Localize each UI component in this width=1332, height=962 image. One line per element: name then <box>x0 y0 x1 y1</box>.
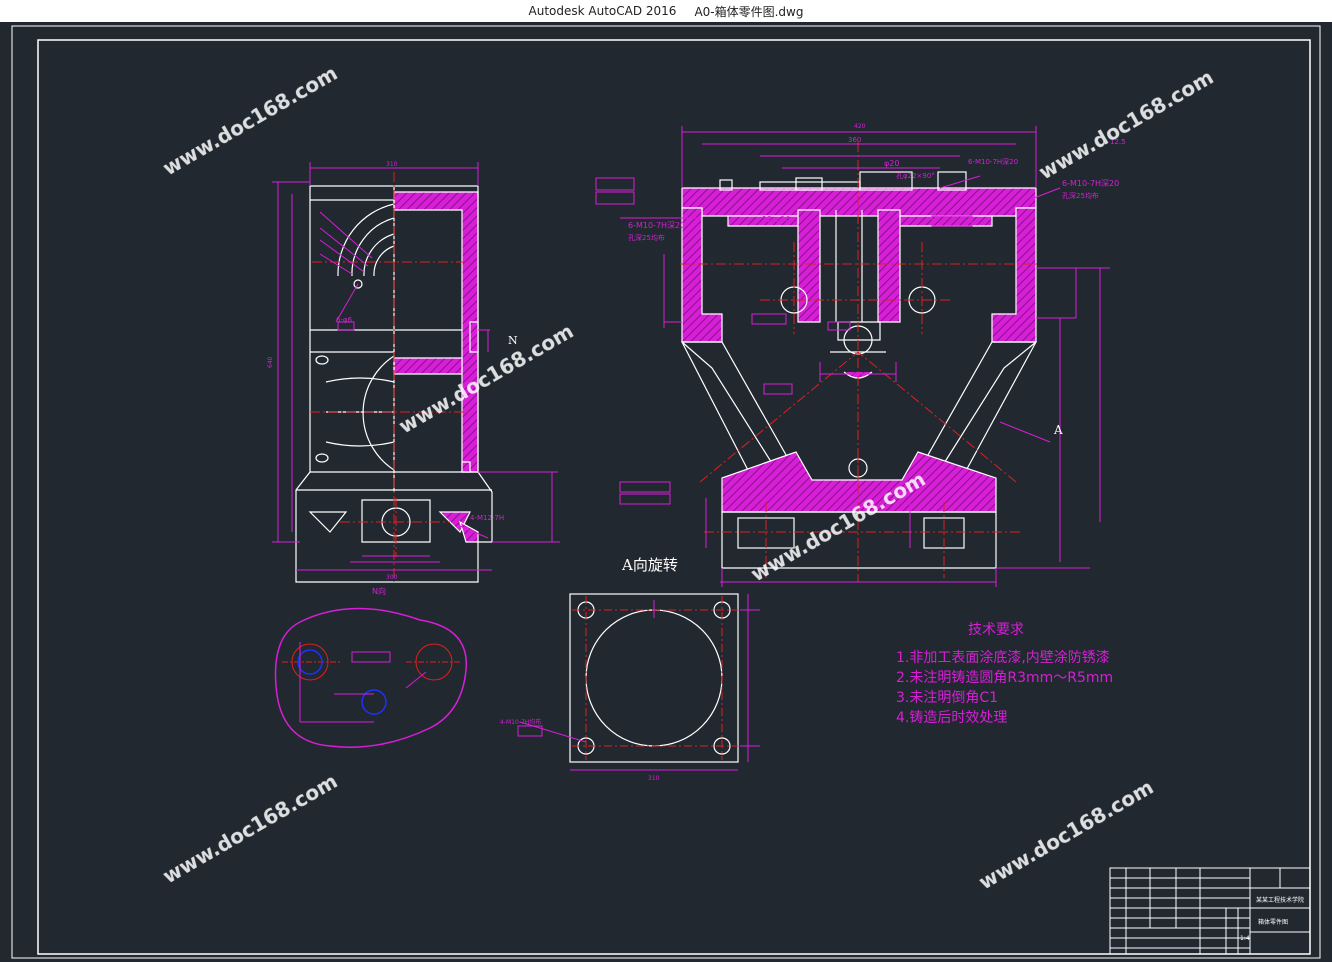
watermark-3: www.doc168.com <box>395 319 578 439</box>
callout-thread-right-sub: 孔深25均布 <box>1062 191 1099 200</box>
a-view-text: 310 4-M10-7H均布 <box>500 718 660 782</box>
dim-left-width: 310 <box>386 161 398 168</box>
callout-holes-12: 12-φ10 <box>762 215 791 224</box>
watermark-6: www.doc168.com <box>975 775 1158 895</box>
label-n: N <box>508 334 518 347</box>
tech-title: 技术要求 <box>968 622 1024 638</box>
file-name: A0-箱体零件图.dwg <box>694 4 804 19</box>
callout-thread-right-top: 6-M10-7H深20 <box>968 157 1018 166</box>
title-company: 某某工程技术学院 <box>1256 896 1304 904</box>
watermark-1: www.doc168.com <box>159 61 342 181</box>
n-view-detail[interactable] <box>274 607 468 748</box>
label-n-view: N向 <box>372 586 386 596</box>
callout-holes-left: 6-φ6 <box>336 316 353 324</box>
title-scale: 1:4 <box>1240 935 1250 942</box>
callout-thread-bottom: 4-M12-7H <box>470 514 504 522</box>
app-title: Autodesk AutoCAD 2016 <box>528 4 677 18</box>
title-part-name: 箱体零件图 <box>1258 918 1288 926</box>
watermark-5: www.doc168.com <box>159 769 342 889</box>
tech-item-2: 2.未注明铸造圆角R3mm～R5mm <box>896 670 1113 686</box>
tech-item-3: 3.未注明倒角C1 <box>896 690 998 706</box>
dim-left-bottom: 300 <box>386 574 398 581</box>
callout-thread-left-sub: 孔深25均布 <box>628 233 665 242</box>
dim-right-top: 420 <box>854 123 866 130</box>
callout-thread-a: 4-M10-7H均布 <box>500 718 541 726</box>
tech-item-4: 4.铸造后时效处理 <box>896 710 1007 726</box>
label-a-rotate: A向旋转 <box>621 556 678 574</box>
left-centerlines <box>310 172 470 582</box>
callout-dim-22: 孔φ22×90° <box>896 172 935 180</box>
tech-item-1: 1.非加工表面涂底漆,内壁涂防锈漆 <box>896 650 1110 666</box>
dim-a-width: 310 <box>648 775 660 782</box>
callout-thread-left: 6-M10-7H深20 <box>628 221 685 230</box>
title-block[interactable] <box>1109 867 1311 955</box>
drawing-canvas[interactable]: 310 300 640 6-φ6 4-M12-7H N N向 420 360 φ… <box>0 22 1332 962</box>
dim-right-inner: 360 <box>848 136 861 144</box>
a-view-centerlines <box>572 596 738 760</box>
a-view-dims <box>517 594 760 771</box>
callout-thread-right: 6-M10-7H深20 <box>1062 179 1119 188</box>
watermark-2: www.doc168.com <box>1035 65 1218 185</box>
drawing-svg: 310 300 640 6-φ6 4-M12-7H N N向 420 360 φ… <box>11 25 1321 959</box>
window-titlebar: Autodesk AutoCAD 2016 A0-箱体零件图.dwg <box>0 0 1332 23</box>
dim-left-height: 640 <box>267 356 274 368</box>
label-a: A <box>1053 423 1063 437</box>
tech-requirements: 技术要求 1.非加工表面涂底漆,内壁涂防锈漆 2.未注明铸造圆角R3mm～R5m… <box>896 622 1113 726</box>
callout-dim-20: φ20 <box>884 159 899 168</box>
a-view-detail[interactable] <box>569 593 739 763</box>
